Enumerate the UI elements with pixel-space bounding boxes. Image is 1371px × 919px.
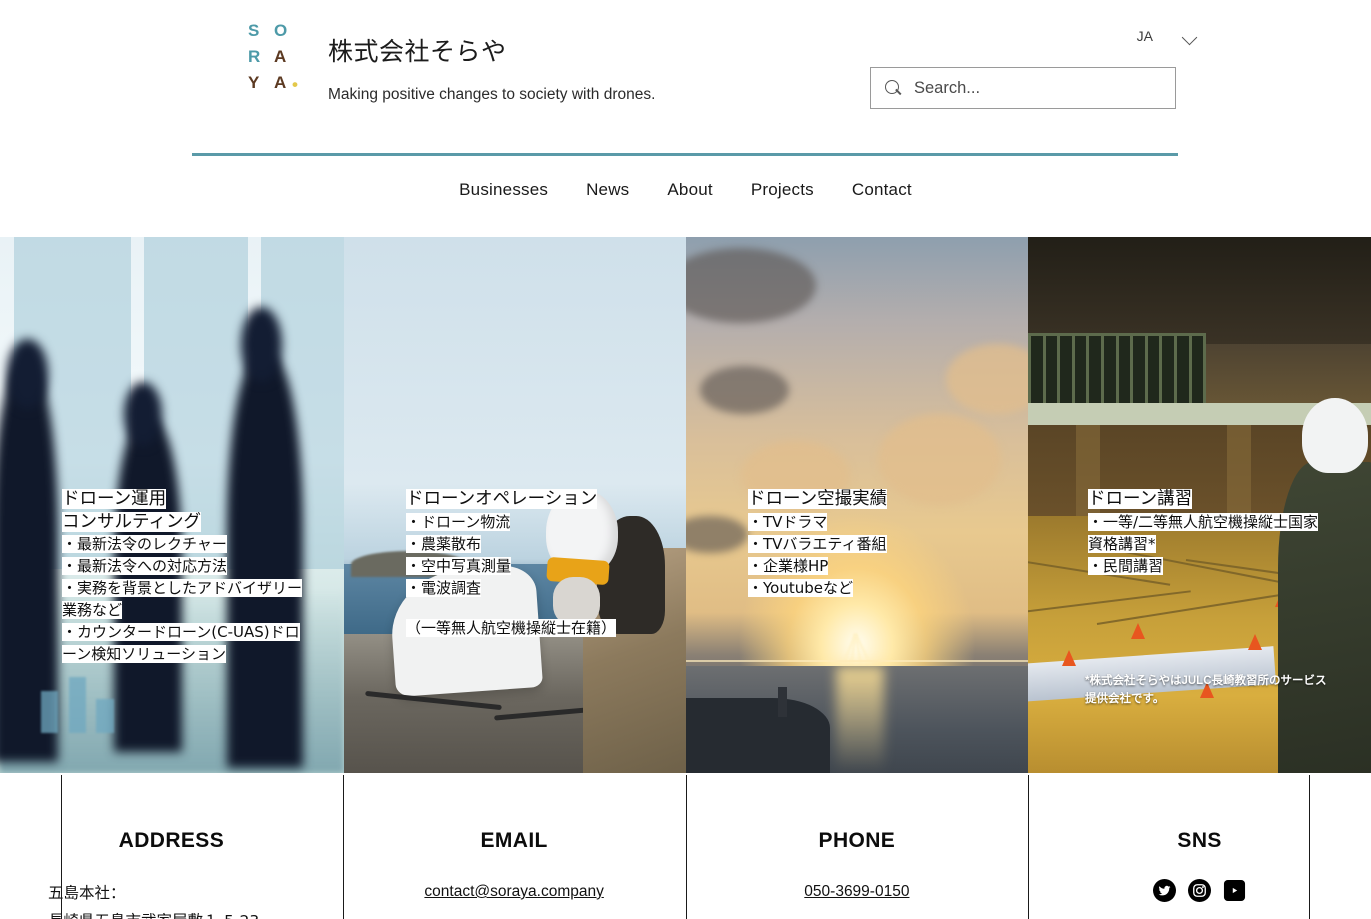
service-panels: ドローン運用 コンサルティング ・最新法令のレクチャー ・最新法令への対応方法 … bbox=[0, 237, 1371, 773]
nav-item-businesses[interactable]: Businesses bbox=[459, 180, 548, 200]
operation-text: ドローンオペレーション ・ドローン物流 ・農薬散布 ・空中写真測量 ・電波調査 bbox=[406, 489, 674, 600]
logo-letter-r: R bbox=[248, 47, 261, 66]
aerial-text: ドローン空撮実績 ・TVドラマ ・TVバラエティ番組 ・企業様HP ・Youtu… bbox=[748, 489, 1016, 600]
page-root: S O R A Y A • 株式会社そらや Making positive cha… bbox=[0, 0, 1371, 919]
footer-email-body: contact@soraya.company bbox=[343, 883, 686, 901]
consulting-heading-line2: コンサルティング bbox=[62, 511, 201, 532]
brand-block[interactable]: S O R A Y A • 株式会社そらや Making positive cha… bbox=[248, 18, 655, 104]
footer-column-phone: PHONE 050-3699-0150 bbox=[685, 775, 1029, 919]
consulting-heading-line1: ドローン運用 bbox=[62, 489, 167, 509]
footer-phone-body: 050-3699-0150 bbox=[686, 883, 1029, 901]
search-icon bbox=[885, 79, 902, 97]
footer-column-email: EMAIL contact@soraya.company bbox=[342, 775, 686, 919]
logo-letter-y: Y bbox=[248, 73, 260, 92]
consulting-text: ドローン運用 コンサルティング ・最新法令のレクチャー ・最新法令への対応方法 … bbox=[62, 489, 334, 666]
panel-consulting[interactable]: ドローン運用 コンサルティング ・最新法令のレクチャー ・最新法令への対応方法 … bbox=[0, 237, 344, 773]
panel-aerial[interactable]: ドローン空撮実績 ・TVドラマ ・TVバラエティ番組 ・企業様HP ・Youtu… bbox=[686, 237, 1028, 773]
logo-letter-a1: A bbox=[274, 47, 287, 66]
logo-letter-o: O bbox=[274, 21, 288, 40]
footer-heading-email: EMAIL bbox=[480, 829, 548, 852]
footer-column-address: ADDRESS 五島本社： 長崎県五島市武家屋敷１-5-23 bbox=[0, 775, 343, 919]
consulting-item-6: ーン検知ソリューション bbox=[62, 645, 226, 663]
training-text: ドローン講習 ・一等/二等無人航空機操縦士国家 資格講習* ・民間講習 bbox=[1088, 489, 1338, 578]
search-input[interactable]: Search... bbox=[870, 67, 1176, 109]
site-header: S O R A Y A • 株式会社そらや Making positive cha… bbox=[0, 0, 1371, 199]
consulting-item-5: ・カウンタードローン(C-UAS)ドロ bbox=[62, 623, 300, 641]
phone-link[interactable]: 050-3699-0150 bbox=[804, 883, 909, 900]
instagram-icon[interactable] bbox=[1188, 879, 1212, 902]
operation-note: （一等無人航空機操縦士在籍） bbox=[406, 618, 617, 639]
panel-operation[interactable]: ドローンオペレーション ・ドローン物流 ・農薬散布 ・空中写真測量 ・電波調査 … bbox=[344, 237, 686, 773]
footer-heading-address: ADDRESS bbox=[118, 829, 225, 852]
company-name: 株式会社そらや bbox=[328, 37, 507, 66]
training-heading: ドローン講習 bbox=[1088, 489, 1193, 509]
operation-note-text: （一等無人航空機操縦士在籍） bbox=[406, 619, 617, 637]
soraya-logo[interactable]: S O R A Y A • bbox=[248, 18, 306, 98]
language-selector[interactable]: JA bbox=[1137, 28, 1199, 44]
operation-item-1: ・ドローン物流 bbox=[406, 512, 511, 531]
aerial-heading: ドローン空撮実績 bbox=[748, 489, 888, 509]
youtube-icon[interactable] bbox=[1223, 879, 1246, 902]
aerial-item-2: ・TVバラエティ番組 bbox=[748, 534, 887, 553]
footer-address-body: 五島本社： 長崎県五島市武家屋敷１-5-23 bbox=[0, 879, 343, 919]
training-footnote-text: *株式会社そらやはJULC長崎教習所のサービス提供会社です。 bbox=[1085, 675, 1327, 705]
site-footer: ADDRESS 五島本社： 長崎県五島市武家屋敷１-5-23 EMAIL con… bbox=[0, 775, 1371, 919]
nav-item-projects[interactable]: Projects bbox=[751, 180, 814, 200]
address-line-2: 長崎県五島市武家屋敷１-5-23 bbox=[48, 907, 343, 919]
training-item-1: ・一等/二等無人航空機操縦士国家 bbox=[1088, 512, 1319, 531]
aerial-item-4: ・Youtubeなど bbox=[748, 578, 853, 597]
panel-training[interactable]: ドローン講習 ・一等/二等無人航空機操縦士国家 資格講習* ・民間講習 *株式会… bbox=[1028, 237, 1371, 773]
language-label: JA bbox=[1136, 28, 1153, 44]
search-placeholder: Search... bbox=[914, 78, 981, 97]
operation-heading: ドローンオペレーション bbox=[406, 489, 598, 509]
operation-item-3: ・空中写真測量 bbox=[406, 556, 512, 575]
chevron-down-icon[interactable] bbox=[1183, 32, 1199, 41]
nav-item-news[interactable]: News bbox=[586, 180, 629, 200]
logo-accent-dot: • bbox=[292, 75, 299, 94]
main-navigation: Businesses News About Projects Contact bbox=[0, 180, 1371, 200]
footer-column-sns: SNS bbox=[1028, 775, 1371, 919]
brand-text: 株式会社そらや Making positive changes to socie… bbox=[328, 18, 655, 104]
footer-heading-phone: PHONE bbox=[818, 829, 896, 852]
aerial-item-3: ・企業様HP bbox=[748, 556, 829, 575]
operation-item-2: ・農薬散布 bbox=[406, 534, 482, 553]
email-link[interactable]: contact@soraya.company bbox=[424, 883, 603, 900]
address-line-1: 五島本社： bbox=[48, 884, 126, 902]
consulting-item-4: 業務など bbox=[62, 601, 123, 619]
training-footnote: *株式会社そらやはJULC長崎教習所のサービス提供会社です。 bbox=[1085, 671, 1330, 707]
consulting-item-1: ・最新法令のレクチャー bbox=[62, 535, 227, 553]
nav-item-contact[interactable]: Contact bbox=[852, 180, 912, 200]
company-tagline: Making positive changes to society with … bbox=[328, 86, 656, 103]
operation-item-4: ・電波調査 bbox=[406, 578, 482, 597]
footer-heading-sns: SNS bbox=[1177, 829, 1222, 852]
logo-letter-a2: A • bbox=[274, 70, 300, 98]
logo-letter-s: S bbox=[248, 21, 260, 40]
twitter-icon[interactable] bbox=[1153, 879, 1177, 902]
training-item-3: ・民間講習 bbox=[1088, 556, 1164, 575]
consulting-item-2: ・最新法令への対応方法 bbox=[62, 557, 228, 575]
training-item-2: 資格講習* bbox=[1088, 534, 1156, 553]
header-divider bbox=[192, 153, 1178, 156]
nav-item-about[interactable]: About bbox=[667, 180, 712, 200]
sns-icon-row bbox=[1028, 879, 1371, 902]
aerial-item-1: ・TVドラマ bbox=[748, 512, 828, 531]
consulting-item-3: ・実務を背景としたアドバイザリー bbox=[62, 579, 303, 597]
